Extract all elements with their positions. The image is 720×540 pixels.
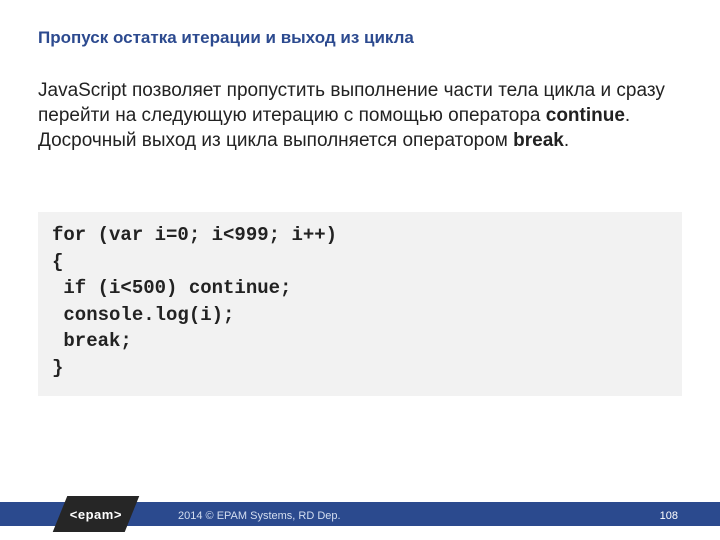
epam-logo: <epam>	[53, 496, 140, 532]
slide-title: Пропуск остатка итерации и выход из цикл…	[38, 28, 414, 48]
footer-page-number: 108	[660, 510, 678, 522]
body-part-3: .	[564, 130, 569, 151]
body-strong-continue: continue	[546, 105, 625, 126]
footer-copyright: 2014 © EPAM Systems, RD Dep.	[178, 510, 341, 522]
code-block: for (var i=0; i<999; i++) { if (i<500) c…	[38, 212, 682, 396]
epam-logo-text: <epam>	[70, 507, 122, 522]
slide: Пропуск остатка итерации и выход из цикл…	[0, 0, 720, 540]
slide-body: JavaScript позволяет пропустить выполнен…	[38, 78, 682, 153]
body-strong-break: break	[513, 130, 564, 151]
